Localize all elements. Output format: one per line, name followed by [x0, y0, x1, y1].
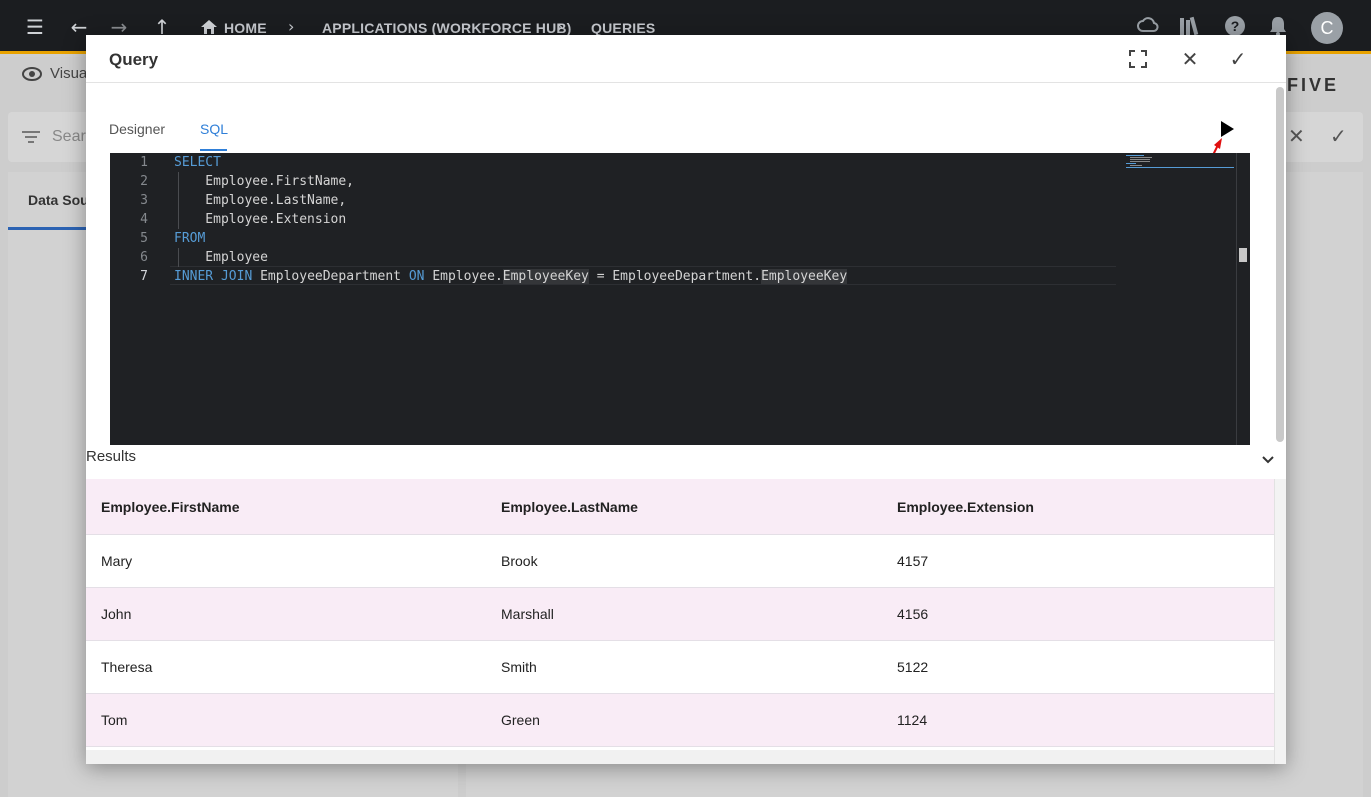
- results-panel: Results Employee.FirstName Employee.Last…: [86, 445, 1286, 764]
- table-cell: Marshall: [501, 606, 554, 622]
- table-row[interactable]: John Marshall 4156: [86, 588, 1274, 641]
- table-header-row: Employee.FirstName Employee.LastName Emp…: [86, 479, 1274, 535]
- line-number: 5: [140, 231, 148, 246]
- code-text: FROM: [174, 231, 206, 246]
- line-number: 4: [140, 212, 148, 227]
- table-cell: Brook: [501, 553, 538, 569]
- code-text: Employee.FirstName,: [174, 174, 355, 189]
- table-cell: Mary: [101, 553, 133, 569]
- sql-editor[interactable]: 1 SELECT 2 Employee.FirstName, 3 Employe…: [110, 153, 1250, 445]
- fullscreen-icon[interactable]: [1128, 49, 1148, 69]
- run-query-play-icon[interactable]: [1217, 119, 1237, 139]
- chevron-right-icon: ›: [557, 17, 564, 36]
- eye-icon: [22, 67, 42, 81]
- table-cell: Tom: [101, 712, 128, 728]
- code-line: 4 Employee.Extension: [110, 210, 1116, 229]
- line-number: 6: [140, 250, 148, 265]
- avatar[interactable]: C: [1311, 12, 1343, 44]
- library-icon[interactable]: [1178, 15, 1202, 37]
- dialog-scrollbar[interactable]: [1276, 87, 1284, 442]
- svg-text:?: ?: [1231, 18, 1240, 34]
- breadcrumb-home[interactable]: HOME: [224, 20, 267, 36]
- filter-icon: [22, 131, 40, 143]
- code-text: Employee.LastName,: [174, 193, 347, 208]
- line-number: 3: [140, 193, 148, 208]
- editor-minimap[interactable]: [1124, 153, 1236, 173]
- close-dialog-button[interactable]: ✕: [1176, 45, 1204, 73]
- column-header-extension[interactable]: Employee.Extension: [897, 499, 1034, 515]
- editor-scrollbar[interactable]: [1236, 153, 1250, 445]
- table-cell: Green: [501, 712, 540, 728]
- results-horizontal-scrollbar[interactable]: [86, 750, 1274, 764]
- table-cell: 4157: [897, 553, 929, 569]
- code-line: 5 FROM: [110, 229, 1116, 248]
- breadcrumb-applications[interactable]: APPLICATIONS (WORKFORCE HUB): [322, 20, 572, 36]
- chevron-down-icon[interactable]: [1258, 450, 1278, 470]
- tab-sql[interactable]: SQL: [200, 121, 228, 137]
- table-row[interactable]: Theresa Smith 5122: [86, 641, 1274, 694]
- table-row[interactable]: Tom Green 1124: [86, 694, 1274, 747]
- table-cell: Theresa: [101, 659, 153, 675]
- line-number: 2: [140, 174, 148, 189]
- code-text: Employee: [174, 250, 268, 265]
- table-cell: 4156: [897, 606, 929, 622]
- code-text: Employee.Extension: [174, 212, 347, 227]
- code-text: INNER JOIN EmployeeDepartment ON Employe…: [174, 269, 848, 284]
- editor-scroll-thumb[interactable]: [1239, 248, 1247, 262]
- chevron-right-icon: ›: [288, 17, 295, 36]
- line-number: 1: [140, 155, 148, 170]
- tab-indicator: [8, 227, 86, 230]
- code-line: 6 Employee: [110, 248, 1116, 267]
- tab-designer[interactable]: Designer: [109, 121, 165, 137]
- search-placeholder: Sear: [52, 128, 86, 145]
- tab-data-source: Data Sou: [28, 192, 89, 208]
- home-icon[interactable]: [200, 19, 218, 35]
- column-header-lastname[interactable]: Employee.LastName: [501, 499, 638, 515]
- results-vertical-scrollbar[interactable]: [1274, 479, 1286, 764]
- table-row[interactable]: Mary Brook 4157: [86, 535, 1274, 588]
- query-dialog: Query ✕ ✓ Designer SQL 1 SELECT 2 Employ…: [86, 35, 1286, 764]
- code-line-current: 7 INNER JOIN EmployeeDepartment ON Emplo…: [110, 267, 1116, 286]
- menu-icon[interactable]: ☰: [22, 14, 48, 40]
- dialog-title: Query: [109, 50, 159, 69]
- table-cell: John: [101, 606, 132, 622]
- dialog-header: Query ✕ ✓: [86, 35, 1286, 83]
- breadcrumb-queries[interactable]: QUERIES: [591, 20, 655, 36]
- check-icon: ✓: [1330, 124, 1347, 148]
- code-line: 1 SELECT: [110, 153, 1116, 172]
- line-number: 7: [140, 269, 148, 284]
- column-header-firstname[interactable]: Employee.FirstName: [101, 499, 240, 515]
- table-cell: 5122: [897, 659, 929, 675]
- table-cell: Smith: [501, 659, 537, 675]
- tab-sql-indicator: [200, 149, 227, 151]
- code-line: 2 Employee.FirstName,: [110, 172, 1116, 191]
- code-line: 3 Employee.LastName,: [110, 191, 1116, 210]
- help-icon[interactable]: ?: [1224, 15, 1246, 37]
- table-cell: 1124: [897, 712, 928, 728]
- results-title: Results: [86, 448, 137, 465]
- confirm-dialog-button[interactable]: ✓: [1224, 45, 1252, 73]
- brand-logo: FIVE: [1287, 75, 1340, 95]
- code-text: SELECT: [174, 155, 221, 170]
- close-icon: ✕: [1288, 124, 1305, 148]
- visual-label: Visua: [50, 65, 88, 82]
- bell-icon[interactable]: [1268, 15, 1288, 37]
